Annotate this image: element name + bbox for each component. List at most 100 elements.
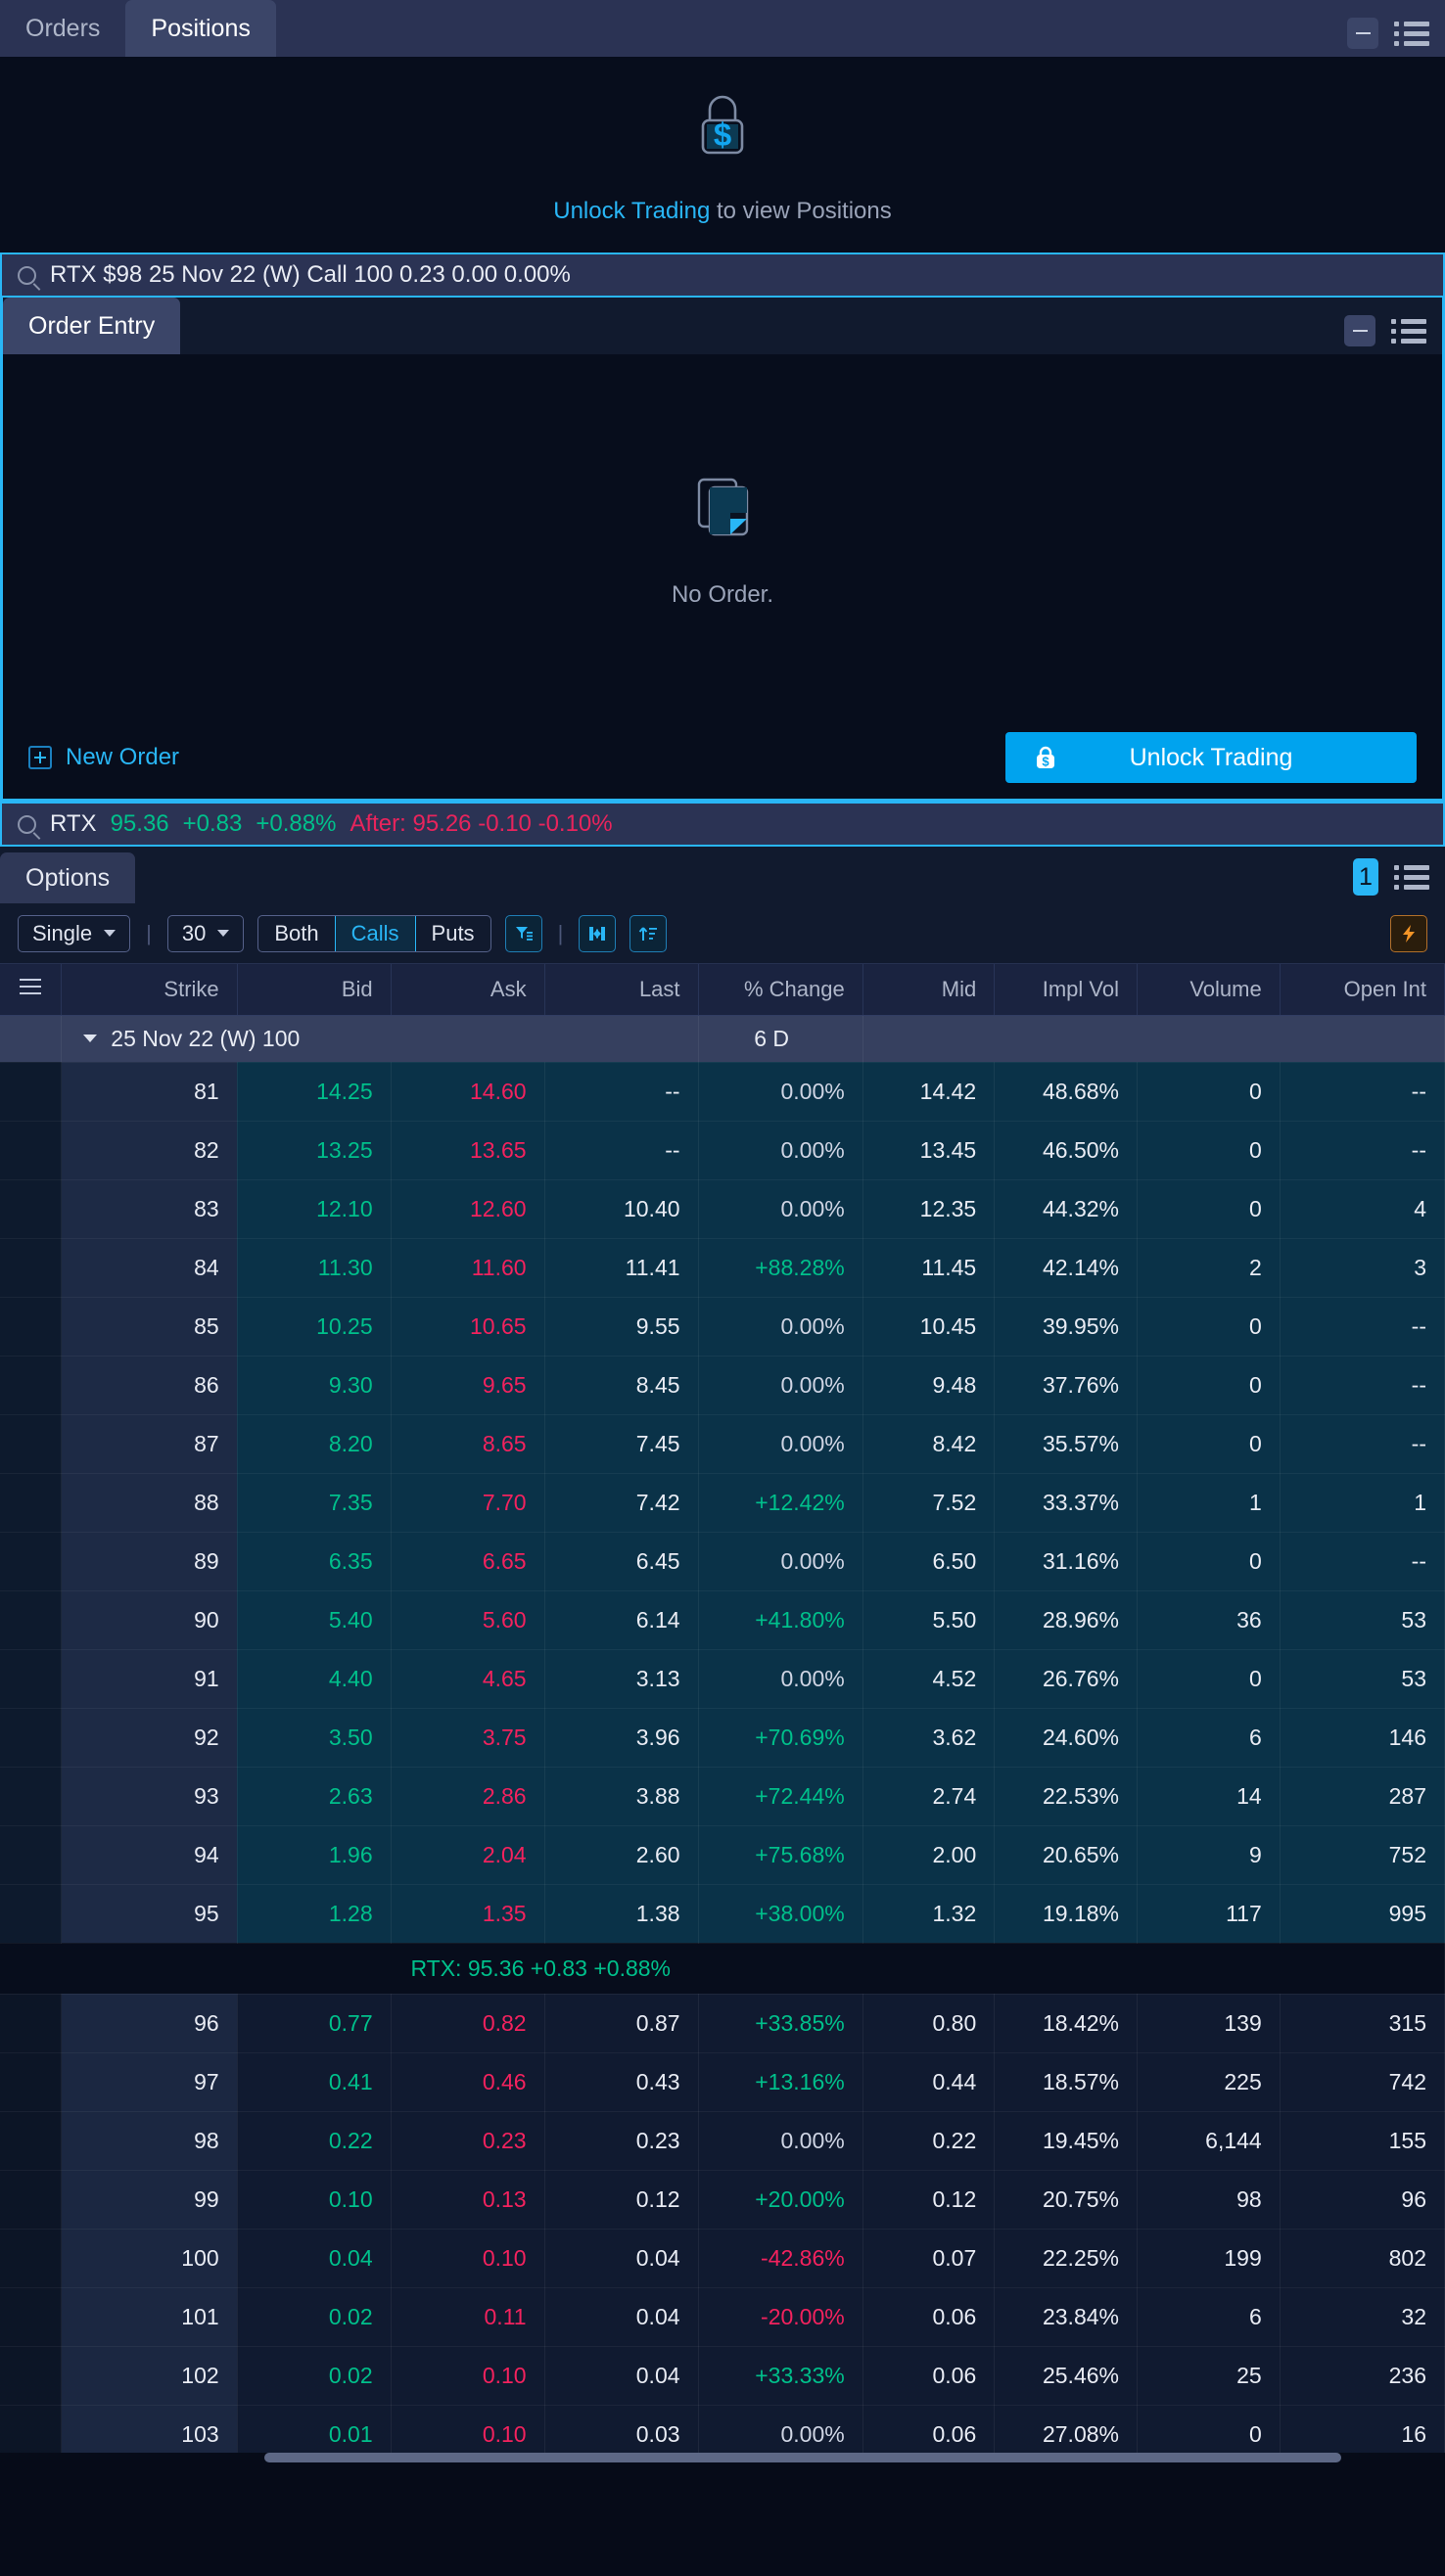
cell-strike[interactable]: 88 (61, 1473, 238, 1533)
order-entry-menu-list-icon[interactable] (1391, 319, 1426, 344)
new-order-button[interactable]: New Order (28, 744, 179, 771)
cell-bid[interactable]: 14.25 (237, 1062, 392, 1122)
cell-ask[interactable]: 7.70 (391, 1473, 545, 1533)
cell-strike[interactable]: 90 (61, 1590, 238, 1650)
cell-strike[interactable]: 85 (61, 1297, 238, 1357)
table-row[interactable]: 97 0.41 0.46 0.43 +13.16% 0.44 18.57% 225 742 (0, 2052, 1445, 2112)
side-option-calls[interactable]: Calls (334, 915, 416, 951)
tab-order-entry[interactable]: Order Entry (3, 298, 181, 354)
cell-ask[interactable]: 0.46 (391, 2052, 545, 2112)
cell-ask[interactable]: 0.10 (391, 2229, 545, 2288)
column-menu-button[interactable] (0, 964, 63, 1016)
order-entry-minimize-button[interactable] (1344, 315, 1375, 346)
split-columns-button[interactable] (579, 914, 617, 952)
cell-ask[interactable]: 9.65 (391, 1356, 545, 1415)
cell-bid[interactable]: 0.10 (237, 2170, 392, 2230)
column-header-ask[interactable]: Ask (391, 964, 545, 1016)
row-gutter[interactable] (0, 2052, 63, 2112)
row-gutter[interactable] (0, 2111, 63, 2171)
cell-ask[interactable]: 11.60 (391, 1238, 545, 1298)
row-gutter[interactable] (0, 2346, 63, 2406)
cell-bid[interactable]: 0.02 (237, 2287, 392, 2347)
table-row[interactable]: 89 6.35 6.65 6.45 0.00% 6.50 31.16% 0 -- (0, 1532, 1445, 1591)
cell-bid[interactable]: 9.30 (237, 1356, 392, 1415)
table-row[interactable]: 94 1.96 2.04 2.60 +75.68% 2.00 20.65% 9 752 (0, 1825, 1445, 1885)
expiry-group-label-cell[interactable]: 25 Nov 22 (W) 100 (61, 1015, 699, 1063)
column-header-volume[interactable]: Volume (1137, 964, 1281, 1016)
table-row[interactable]: 102 0.02 0.10 0.04 +33.33% 0.06 25.46% 25 236 (0, 2346, 1445, 2406)
cell-strike[interactable]: 92 (61, 1708, 238, 1768)
chevron-down-icon[interactable] (83, 1035, 98, 1042)
cell-strike[interactable]: 100 (61, 2229, 238, 2288)
column-header-bid[interactable]: Bid (237, 964, 392, 1016)
cell-strike[interactable]: 101 (61, 2287, 238, 2347)
cell-bid[interactable]: 8.20 (237, 1414, 392, 1474)
table-row[interactable]: 100 0.04 0.10 0.04 -42.86% 0.07 22.25% 199 802 (0, 2229, 1445, 2288)
side-option-both[interactable]: Both (258, 916, 334, 951)
cell-bid[interactable]: 10.25 (237, 1297, 392, 1357)
table-row[interactable]: 81 14.25 14.60 -- 0.00% 14.42 48.68% 0 -- (0, 1062, 1445, 1122)
menu-list-icon[interactable] (1394, 22, 1429, 46)
strike-count-dropdown[interactable]: 30 (166, 914, 245, 952)
table-row[interactable]: 87 8.20 8.65 7.45 0.00% 8.42 35.57% 0 -- (0, 1414, 1445, 1474)
cell-bid[interactable]: 0.04 (237, 2229, 392, 2288)
unlock-trading-link[interactable]: Unlock Trading (553, 198, 710, 224)
expiry-group-row[interactable]: 25 Nov 22 (W) 100 6 D (0, 1015, 1445, 1063)
cell-strike[interactable]: 102 (61, 2346, 238, 2406)
cell-bid[interactable]: 6.35 (237, 1532, 392, 1591)
column-header-change[interactable]: % Change (698, 964, 863, 1016)
column-header-strike[interactable]: Strike (61, 964, 238, 1016)
table-row[interactable]: 98 0.22 0.23 0.23 0.00% 0.22 19.45% 6,144 155 (0, 2111, 1445, 2171)
cell-ask[interactable]: 12.60 (391, 1179, 545, 1239)
table-row[interactable]: 84 11.30 11.60 11.41 +88.28% 11.45 42.14% 2 3 (0, 1238, 1445, 1298)
row-gutter[interactable] (0, 1708, 63, 1768)
cell-ask[interactable]: 2.04 (391, 1825, 545, 1885)
table-row[interactable]: 93 2.63 2.86 3.88 +72.44% 2.74 22.53% 14 287 (0, 1767, 1445, 1826)
cell-bid[interactable]: 11.30 (237, 1238, 392, 1298)
table-row[interactable]: 99 0.10 0.13 0.12 +20.00% 0.12 20.75% 98 96 (0, 2170, 1445, 2230)
minimize-button[interactable] (1347, 18, 1378, 49)
row-gutter[interactable] (0, 2229, 63, 2288)
row-gutter[interactable] (0, 1649, 63, 1709)
table-row[interactable]: 90 5.40 5.60 6.14 +41.80% 5.50 28.96% 36 53 (0, 1590, 1445, 1650)
cell-ask[interactable]: 6.65 (391, 1532, 545, 1591)
horizontal-scrollbar[interactable] (0, 2452, 1445, 2464)
unlock-trading-button[interactable]: $ Unlock Trading (1005, 732, 1417, 783)
options-menu-list-icon[interactable] (1394, 865, 1429, 890)
cell-strike[interactable]: 87 (61, 1414, 238, 1474)
cell-strike[interactable]: 81 (61, 1062, 238, 1122)
cell-strike[interactable]: 94 (61, 1825, 238, 1885)
tab-options[interactable]: Options (0, 852, 136, 903)
cell-strike[interactable]: 99 (61, 2170, 238, 2230)
table-row[interactable]: 83 12.10 12.60 10.40 0.00% 12.35 44.32% 0 4 (0, 1179, 1445, 1239)
cell-strike[interactable]: 96 (61, 1994, 238, 2053)
cell-strike[interactable]: 95 (61, 1884, 238, 1944)
table-row[interactable]: 85 10.25 10.65 9.55 0.00% 10.45 39.95% 0 -- (0, 1297, 1445, 1357)
cell-ask[interactable]: 0.13 (391, 2170, 545, 2230)
cell-strike[interactable]: 83 (61, 1179, 238, 1239)
column-header-mid[interactable]: Mid (862, 964, 996, 1016)
row-gutter[interactable] (0, 1532, 63, 1591)
cell-ask[interactable]: 5.60 (391, 1590, 545, 1650)
row-gutter[interactable] (0, 1062, 63, 1122)
cell-ask[interactable]: 0.11 (391, 2287, 545, 2347)
cell-bid[interactable]: 5.40 (237, 1590, 392, 1650)
tab-positions[interactable]: Positions (125, 0, 276, 57)
sort-ascending-button[interactable] (629, 914, 668, 952)
row-gutter[interactable] (0, 1297, 63, 1357)
row-gutter[interactable] (0, 2170, 63, 2230)
cell-bid[interactable]: 1.28 (237, 1884, 392, 1944)
row-gutter[interactable] (0, 1825, 63, 1885)
cell-ask[interactable]: 0.23 (391, 2111, 545, 2171)
table-row[interactable]: 88 7.35 7.70 7.42 +12.42% 7.52 33.37% 1 1 (0, 1473, 1445, 1533)
row-gutter[interactable] (0, 1590, 63, 1650)
cell-bid[interactable]: 3.50 (237, 1708, 392, 1768)
cell-strike[interactable]: 84 (61, 1238, 238, 1298)
symbol-search-input[interactable]: RTX 95.36 +0.83 +0.88% After: 95.26 -0.1… (0, 802, 1445, 847)
cell-ask[interactable]: 0.10 (391, 2346, 545, 2406)
row-gutter[interactable] (0, 1767, 63, 1826)
table-row[interactable]: 95 1.28 1.35 1.38 +38.00% 1.32 19.18% 117 995 (0, 1884, 1445, 1944)
cell-bid[interactable]: 0.02 (237, 2346, 392, 2406)
table-row[interactable]: 101 0.02 0.11 0.04 -20.00% 0.06 23.84% 6 32 (0, 2287, 1445, 2347)
row-gutter[interactable] (0, 1121, 63, 1180)
